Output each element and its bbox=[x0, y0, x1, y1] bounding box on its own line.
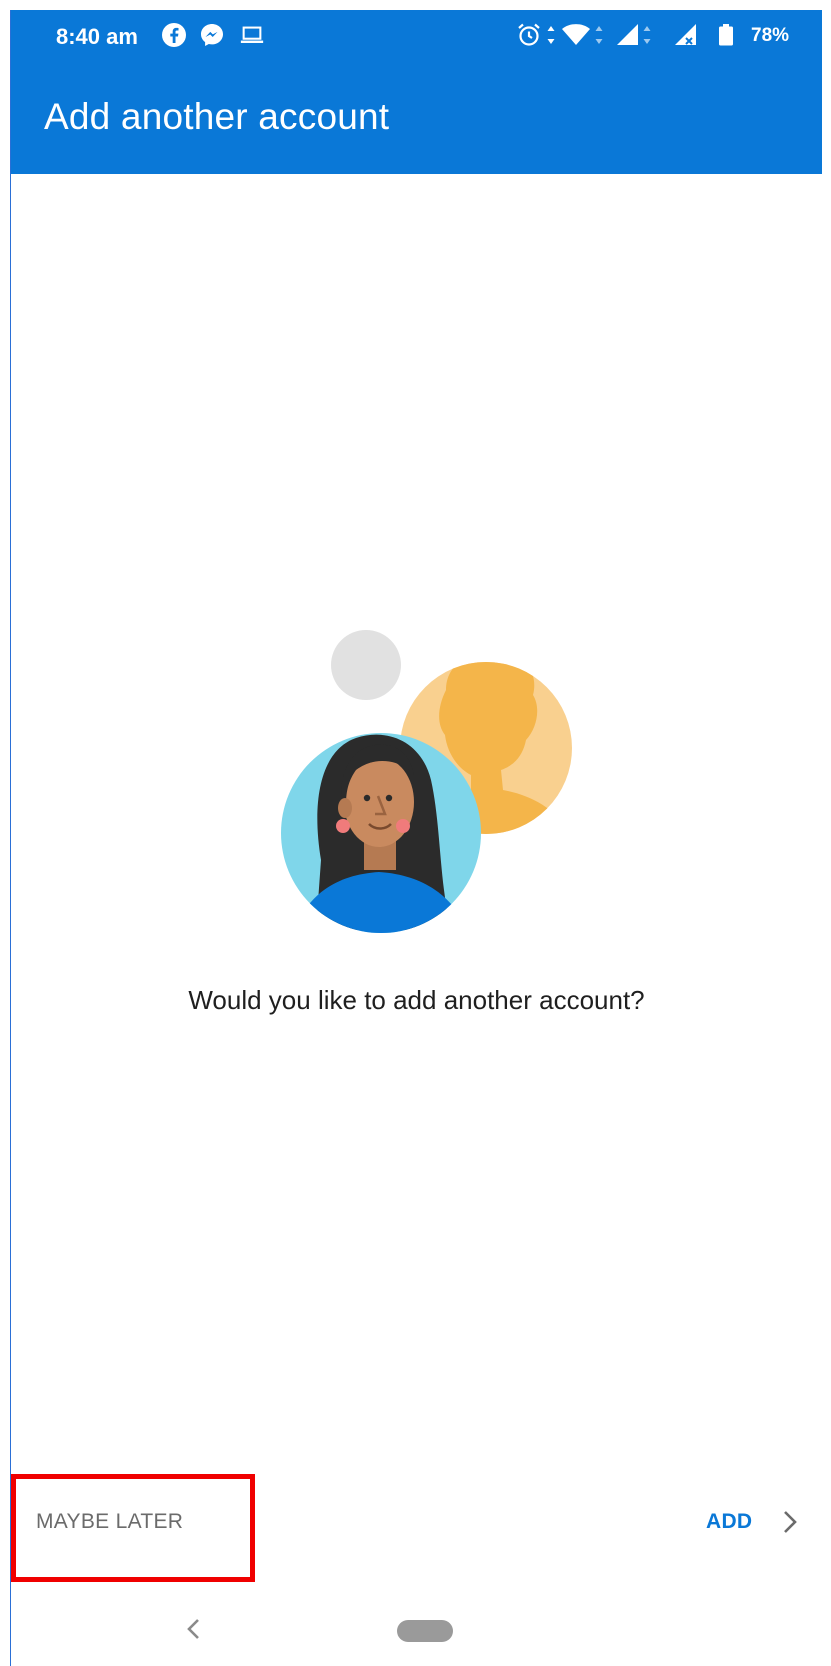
signal-icon bbox=[617, 24, 638, 45]
back-nav-icon[interactable] bbox=[181, 1614, 207, 1644]
accounts-illustration bbox=[281, 630, 572, 933]
home-pill-icon[interactable] bbox=[397, 1620, 453, 1642]
laptop-icon bbox=[240, 26, 264, 43]
add-account-question: Would you like to add another account? bbox=[188, 985, 645, 1015]
app-frame: 8:40 am 78% Add another account Would yo… bbox=[10, 10, 822, 1666]
page-title: Add another account bbox=[44, 96, 390, 137]
wifi-activity-icon bbox=[595, 26, 603, 44]
signal-no-data-icon bbox=[675, 24, 696, 45]
facebook-icon bbox=[162, 23, 186, 47]
app-bar: Add another account bbox=[11, 62, 822, 174]
alarm-icon bbox=[518, 23, 540, 46]
maybe-later-button[interactable]: MAYBE LATER bbox=[36, 1510, 183, 1534]
battery-percentage: 78% bbox=[751, 25, 790, 46]
status-bar: 8:40 am 78% bbox=[11, 10, 822, 62]
chevron-right-icon[interactable] bbox=[779, 1508, 801, 1536]
signal-activity-icon bbox=[643, 26, 651, 44]
wifi-icon bbox=[562, 24, 590, 45]
messenger-icon bbox=[201, 24, 223, 46]
add-button[interactable]: ADD bbox=[706, 1510, 752, 1534]
status-time: 8:40 am bbox=[56, 24, 138, 49]
data-activity-icon bbox=[547, 26, 555, 44]
battery-icon bbox=[719, 24, 733, 46]
